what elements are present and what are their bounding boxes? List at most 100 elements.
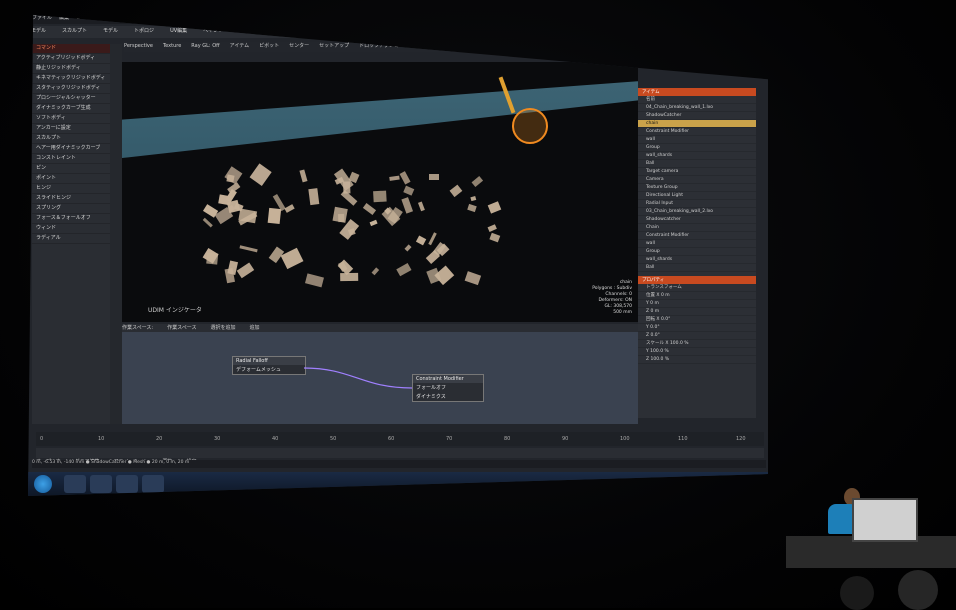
toolbar-item[interactable]: Ray GL: Off [191,43,219,49]
toolbar-item[interactable]: Perspective [124,43,153,49]
toolbar-item[interactable]: ドロップアクション [359,43,404,49]
windows-start-icon[interactable] [34,475,52,493]
toolbar-item[interactable]: アクションセンター [500,43,545,49]
toolbar-item[interactable]: アイテム [230,43,250,49]
command-item[interactable]: スタティックリジッドボディ [32,84,110,94]
command-item[interactable]: コンストレイント [32,154,110,164]
item-list-entry[interactable]: 名前 [638,96,756,104]
menu-item[interactable]: アイテム [115,15,135,21]
3d-viewport[interactable]: UDIM インジケータ chain Polygons : Subdiv Channe… [122,62,638,322]
command-item[interactable]: ヒンジ [32,184,110,194]
toolbar-item[interactable]: Texture [163,43,181,49]
item-list-entry[interactable]: wall [638,136,756,144]
layout-tab[interactable]: モデル [100,26,121,35]
layout-tab[interactable]: スカルプト [59,26,90,35]
command-item[interactable]: ヘアー用ダイナミックカーブ [32,144,110,154]
command-item[interactable]: フォース＆フォールオフ [32,214,110,224]
command-item[interactable]: ソフトボディ [32,114,110,124]
ie-icon[interactable] [64,475,86,493]
transport-controls[interactable]: オーディオグラフ編集アニメーション再生設定 [36,448,764,465]
layout-tab[interactable]: モデル [28,26,49,35]
wall-shard [362,203,377,216]
toolbar-item[interactable]: スナッピング [575,43,605,49]
command-item[interactable]: 静止リジッドボディ [32,64,110,74]
menu-item[interactable]: 頂点マップ [190,15,215,21]
timeline[interactable]: 0 10 20 30 40 50 60 70 80 90 100 110 120 [36,432,764,446]
item-list-entry[interactable]: chain [638,120,756,128]
item-list-entry[interactable]: wall_shards [638,256,756,264]
layout-tab[interactable]: スクリプト [410,26,441,35]
item-list-entry[interactable]: Group [638,248,756,256]
item-list-entry[interactable]: Constraint Modifier [638,128,756,136]
layout-tab[interactable]: アニメーション [323,26,364,35]
item-list-entry[interactable]: Target camera [638,168,756,176]
toolbar-item[interactable]: センター [289,43,309,49]
item-list-entry[interactable]: Radial Input [638,200,756,208]
media-player-icon[interactable] [116,475,138,493]
item-list-entry[interactable]: 03_Chain_breaking_wall_2.lxo [638,208,756,216]
command-item[interactable]: ピン [32,164,110,174]
item-list-entry[interactable]: Chain [638,224,756,232]
toolbar-item[interactable]: ワールド [440,43,460,49]
menu-item[interactable]: 編集 [59,15,69,21]
toolbar-item[interactable]: ピボット [259,43,279,49]
layout-tab[interactable]: トポロジ [131,26,157,35]
menu-item[interactable]: システム [360,15,380,21]
node-port[interactable]: ダイナミクス [413,392,483,401]
layout-tab[interactable]: レイアウト [236,26,267,35]
menu-item[interactable]: 選択 [98,15,108,21]
command-item[interactable]: アクティブリジッドボディ [32,54,110,64]
item-list-entry[interactable]: 04_Chain_breaking_wall_1.lxo [638,104,756,112]
command-item[interactable]: キネマティックリジッドボディ [32,74,110,84]
menubar: ファイル 編集 ビュー 選択 アイテム 形状 ラクスチャ 頂点マップ アニメーション ダイナミクス… [32,14,768,24]
menu-item[interactable]: ビュー [76,15,91,21]
viewport-info: chain Polygons : Subdiv Channels: 0 Deforme… [592,280,632,316]
command-item[interactable]: スライドヒンジ [32,194,110,204]
command-item[interactable]: ダイナミックカーブ生成 [32,104,110,114]
command-item[interactable]: アンカーに設定 [32,124,110,134]
command-item[interactable]: スプリング [32,204,110,214]
item-list-entry[interactable]: Shadowcatcher [638,216,756,224]
audience-heads [840,566,956,610]
layout-tab[interactable]: レンダー [374,26,400,35]
layout-tab[interactable]: セットアップ [277,26,314,35]
item-list-entry[interactable]: Ball [638,264,756,272]
explorer-icon[interactable] [90,475,112,493]
item-list-entry[interactable]: Constraint Modifier [638,232,756,240]
item-list-entry[interactable]: wall_shards [638,152,756,160]
item-list-entry[interactable]: Texture Group [638,184,756,192]
menu-item[interactable]: 形状 [142,15,152,21]
layout-tab[interactable]: UV編集 [167,26,190,35]
command-item[interactable]: プロシージャルシャッター [32,94,110,104]
constraint-modifier-node[interactable]: Constraint Modifier フォールオフ ダイナミクス [412,374,484,402]
command-item[interactable]: ポイント [32,174,110,184]
menu-item[interactable]: レンダー [301,15,321,21]
item-list-entry[interactable]: wall [638,240,756,248]
toolbar-item[interactable]: ローカル [470,43,490,49]
toolbar-item[interactable]: セットアップ [319,43,349,49]
node-port[interactable]: フォールオフ [413,383,483,392]
menu-item[interactable]: ヘルプ [387,15,402,21]
layout-tab[interactable]: スケマティックFusion [451,26,508,35]
menu-item[interactable]: レイアウト [328,15,353,21]
menu-item[interactable]: アニメーション [222,15,257,21]
command-item[interactable]: ウィンド [32,224,110,234]
layout-tab[interactable]: ペイント [200,26,226,35]
toolbar-item[interactable]: (none) [414,43,430,49]
menu-item[interactable]: ラクスチャ [159,15,184,21]
command-item[interactable]: ラディアル [32,234,110,244]
modo-app-icon[interactable] [142,475,164,493]
toolbar-item[interactable]: 作業平面 [615,43,635,49]
item-list-entry[interactable]: ShadowCatcher [638,112,756,120]
status-bar: 0 m, -6.53 m, -140 mm ● ShadowCatcher ● … [32,460,766,468]
menu-item[interactable]: ファイル [32,15,52,21]
item-list-entry[interactable]: Camera [638,176,756,184]
schematic-panel[interactable]: 作業スペース: 作業スペース 選択を追加 追加 Radial Falloff デフォー… [122,324,638,424]
wall-shard [470,195,476,202]
item-list-entry[interactable]: Ball [638,160,756,168]
menu-item[interactable]: ダイナミクス [264,15,294,21]
item-list-entry[interactable]: Group [638,144,756,152]
toolbar-item[interactable]: 対称 [555,43,565,49]
command-item[interactable]: スカルプト [32,134,110,144]
item-list-entry[interactable]: Directional Light [638,192,756,200]
